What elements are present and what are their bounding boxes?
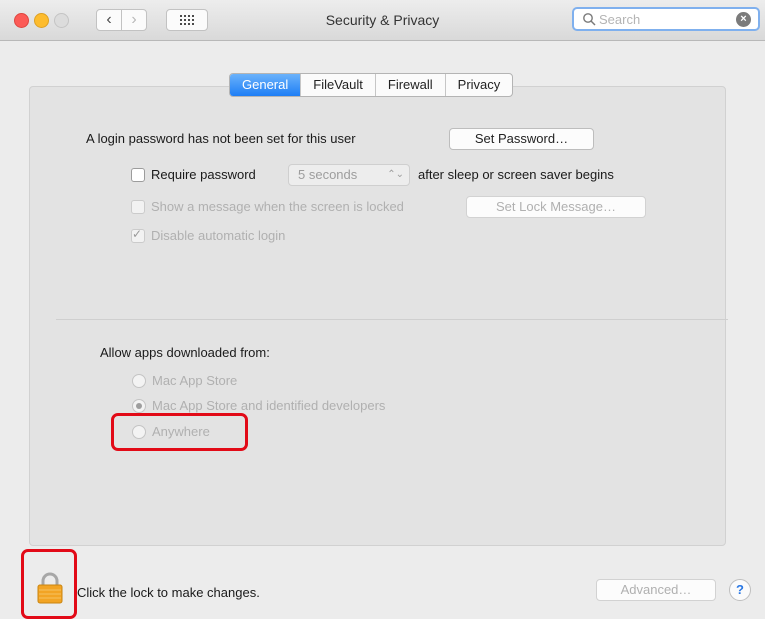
require-password-label: Require password (151, 167, 256, 182)
security-privacy-window: ‹ › Security & Privacy Search × General … (0, 0, 765, 619)
lock-instruction-text: Click the lock to make changes. (77, 585, 260, 600)
require-password-checkbox[interactable] (131, 168, 145, 182)
general-panel (29, 86, 726, 546)
tab-bar: General FileVault Firewall Privacy (229, 73, 514, 97)
anywhere-highlight-box (111, 413, 248, 451)
radio-label-identified-developers: Mac App Store and identified developers (152, 398, 386, 413)
allow-apps-heading: Allow apps downloaded from: (100, 345, 270, 360)
disable-auto-login-label: Disable automatic login (151, 228, 286, 243)
disable-auto-login-checkbox[interactable]: ✓ (131, 227, 145, 243)
radio-identified-developers[interactable] (132, 399, 146, 413)
help-button[interactable]: ? (729, 579, 751, 601)
title-bar: ‹ › Security & Privacy Search × (0, 0, 765, 41)
set-lock-message-button[interactable]: Set Lock Message… (466, 196, 646, 218)
checkmark-icon: ✓ (132, 227, 143, 241)
stepper-arrows-icon: ⌃⌄ (387, 169, 404, 180)
clear-search-icon[interactable]: × (736, 12, 751, 27)
show-message-checkbox[interactable] (131, 200, 145, 214)
tab-general[interactable]: General (230, 74, 301, 96)
radio-label-mac-app-store: Mac App Store (152, 373, 238, 388)
require-password-delay-select[interactable]: 5 seconds ⌃⌄ (288, 164, 410, 186)
search-placeholder: Search (599, 12, 641, 27)
tab-privacy[interactable]: Privacy (444, 74, 513, 96)
tab-firewall[interactable]: Firewall (374, 74, 445, 96)
search-icon (583, 13, 596, 26)
radio-selected-dot (136, 403, 142, 409)
set-password-button[interactable]: Set Password… (449, 128, 594, 150)
tab-filevault[interactable]: FileVault (300, 74, 375, 96)
show-message-label: Show a message when the screen is locked (151, 199, 404, 214)
section-divider (56, 319, 728, 320)
search-field[interactable]: Search × (572, 7, 760, 31)
login-password-text: A login password has not been set for th… (86, 131, 356, 146)
radio-mac-app-store[interactable] (132, 374, 146, 388)
advanced-button[interactable]: Advanced… (596, 579, 716, 601)
lock-highlight-box (21, 549, 77, 619)
require-password-delay-value: 5 seconds (298, 167, 358, 182)
after-sleep-text: after sleep or screen saver begins (418, 167, 614, 182)
